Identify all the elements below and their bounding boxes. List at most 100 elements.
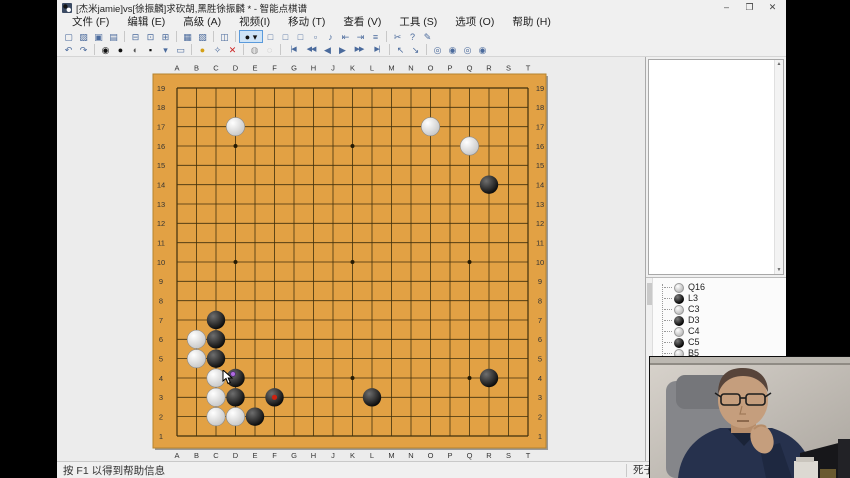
annotate-button[interactable]: ✎: [420, 30, 435, 43]
move-item[interactable]: D3: [656, 315, 786, 326]
sound-button[interactable]: ♪: [323, 30, 338, 43]
black-stone-button[interactable]: ●: [113, 43, 128, 56]
board-row-label: 1: [159, 432, 163, 441]
maximize-button[interactable]: ❐: [738, 0, 761, 15]
tree-view-button[interactable]: ≡: [368, 30, 383, 43]
menu-item[interactable]: 文件 (F): [63, 15, 118, 29]
pass-black-button[interactable]: ◍: [247, 43, 262, 56]
delete-move-button[interactable]: ✕: [225, 43, 240, 56]
print-preview-button[interactable]: ⊡: [143, 30, 158, 43]
print-button[interactable]: ⊟: [128, 30, 143, 43]
board-col-label: J: [331, 451, 335, 460]
erase-button[interactable]: ▭: [173, 43, 188, 56]
mark-dropdown-button[interactable]: ▾: [158, 43, 173, 56]
cut-button[interactable]: ✂: [390, 30, 405, 43]
toolbar-separator: [386, 31, 387, 42]
nav-back-fast-button[interactable]: ◀◀: [302, 43, 320, 56]
board-col-label: P: [447, 64, 452, 73]
menu-item[interactable]: 帮助 (H): [503, 15, 560, 29]
board-col-label: T: [526, 64, 531, 73]
menu-item[interactable]: 工具 (S): [390, 15, 446, 29]
board-col-label: D: [233, 64, 239, 73]
find-next-button[interactable]: ◎: [460, 43, 475, 56]
nav-back-button[interactable]: ◀: [320, 43, 335, 56]
move-item[interactable]: Q16: [656, 282, 786, 293]
play-mode-button[interactable]: ◉: [98, 43, 113, 56]
redo-button[interactable]: ↷: [76, 43, 91, 56]
nav-forward-button[interactable]: ▶: [335, 43, 350, 56]
stone-select-button[interactable]: ● ▾: [239, 30, 263, 43]
scroll-down-icon[interactable]: ▼: [775, 266, 783, 274]
minimize-button[interactable]: –: [715, 0, 738, 15]
info-scrollbar[interactable]: ▲ ▼: [774, 60, 783, 274]
board-col-label: O: [428, 64, 434, 73]
variation-down-button[interactable]: ↘: [408, 43, 423, 56]
move-item[interactable]: C4: [656, 326, 786, 337]
board-col-label: K: [350, 64, 355, 73]
help-button[interactable]: ?: [405, 30, 420, 43]
paste-button[interactable]: ▧: [195, 30, 210, 43]
square-mark-button[interactable]: ▪: [143, 43, 158, 56]
board-row-label: 18: [536, 103, 544, 112]
letter-mark-button[interactable]: ✧: [210, 43, 225, 56]
save-as-button[interactable]: ▤: [106, 30, 121, 43]
board-col-label: B: [194, 451, 199, 460]
menu-item[interactable]: 查看 (V): [334, 15, 390, 29]
board-col-label: F: [272, 451, 277, 460]
variation-up-button[interactable]: ↖: [393, 43, 408, 56]
nav-forward-fast-button[interactable]: ▶▶: [350, 43, 368, 56]
board-row-label: 18: [157, 103, 165, 112]
undo-button[interactable]: ↶: [61, 43, 76, 56]
nav-first-button[interactable]: |◀: [284, 43, 302, 56]
board-col-label: E: [252, 451, 257, 460]
prev-label-button[interactable]: ⇤: [338, 30, 353, 43]
board-half-button[interactable]: □: [278, 30, 293, 43]
scroll-up-icon[interactable]: ▲: [775, 60, 783, 68]
page-setup-button[interactable]: ⊞: [158, 30, 173, 43]
toolbar-separator: [94, 44, 95, 55]
board-small-button[interactable]: ▫: [308, 30, 323, 43]
close-button[interactable]: ✕: [761, 0, 784, 15]
white-stone-icon: [674, 305, 684, 315]
copy-button[interactable]: ▦: [180, 30, 195, 43]
board-row-label: 9: [159, 277, 163, 286]
white-stone: [226, 407, 244, 425]
go-board[interactable]: AABBCCDDEEFFGGHHJJKKLLMMNNOOPPQQRRSSTT19…: [57, 57, 645, 461]
menu-item[interactable]: 选项 (O): [446, 15, 503, 29]
white-stone: [187, 349, 205, 367]
find-prev-button[interactable]: ◉: [475, 43, 490, 56]
board-row-label: 5: [159, 354, 163, 363]
new-file-button[interactable]: ▢: [61, 30, 76, 43]
board-col-label: A: [174, 64, 179, 73]
move-item[interactable]: L3: [656, 293, 786, 304]
stone-cursor-icon: [222, 370, 236, 386]
board-quarter-button[interactable]: □: [293, 30, 308, 43]
move-label: C5: [688, 337, 700, 348]
menu-item[interactable]: 视频(I): [230, 15, 279, 29]
open-file-button[interactable]: ▨: [76, 30, 91, 43]
next-label-button[interactable]: ⇥: [353, 30, 368, 43]
save-button[interactable]: ▣: [91, 30, 106, 43]
pass-white-button[interactable]: ◌: [262, 43, 277, 56]
board-col-label: C: [213, 451, 219, 460]
board-panel: AABBCCDDEEFFGGHHJJKKLLMMNNOOPPQQRRSSTT19…: [57, 57, 645, 461]
board-col-label: M: [388, 64, 394, 73]
game-info-box[interactable]: ▲ ▼: [648, 59, 784, 275]
circle-mark-button[interactable]: ●: [195, 43, 210, 56]
menu-item[interactable]: 编辑 (E): [118, 15, 174, 29]
board-row-label: 13: [536, 200, 544, 209]
nav-last-button[interactable]: ▶|: [368, 43, 386, 56]
board-col-label: L: [370, 451, 374, 460]
find-position-button[interactable]: ◉: [445, 43, 460, 56]
toolbar-main: ▢▨▣▤⊟⊡⊞▦▧◫● ▾□□□▫♪⇤⇥≡✂?✎: [57, 29, 786, 43]
move-item[interactable]: C5: [656, 337, 786, 348]
menu-item[interactable]: 高级 (A): [174, 15, 230, 29]
capture-button[interactable]: ◫: [217, 30, 232, 43]
move-item[interactable]: C3: [656, 304, 786, 315]
board-col-label: P: [447, 451, 452, 460]
scrollbar-thumb[interactable]: [647, 283, 652, 305]
find-game-button[interactable]: ◎: [430, 43, 445, 56]
board-full-button[interactable]: □: [263, 30, 278, 43]
menu-item[interactable]: 移动 (T): [279, 15, 334, 29]
white-stone-button[interactable]: ◐: [128, 43, 143, 56]
